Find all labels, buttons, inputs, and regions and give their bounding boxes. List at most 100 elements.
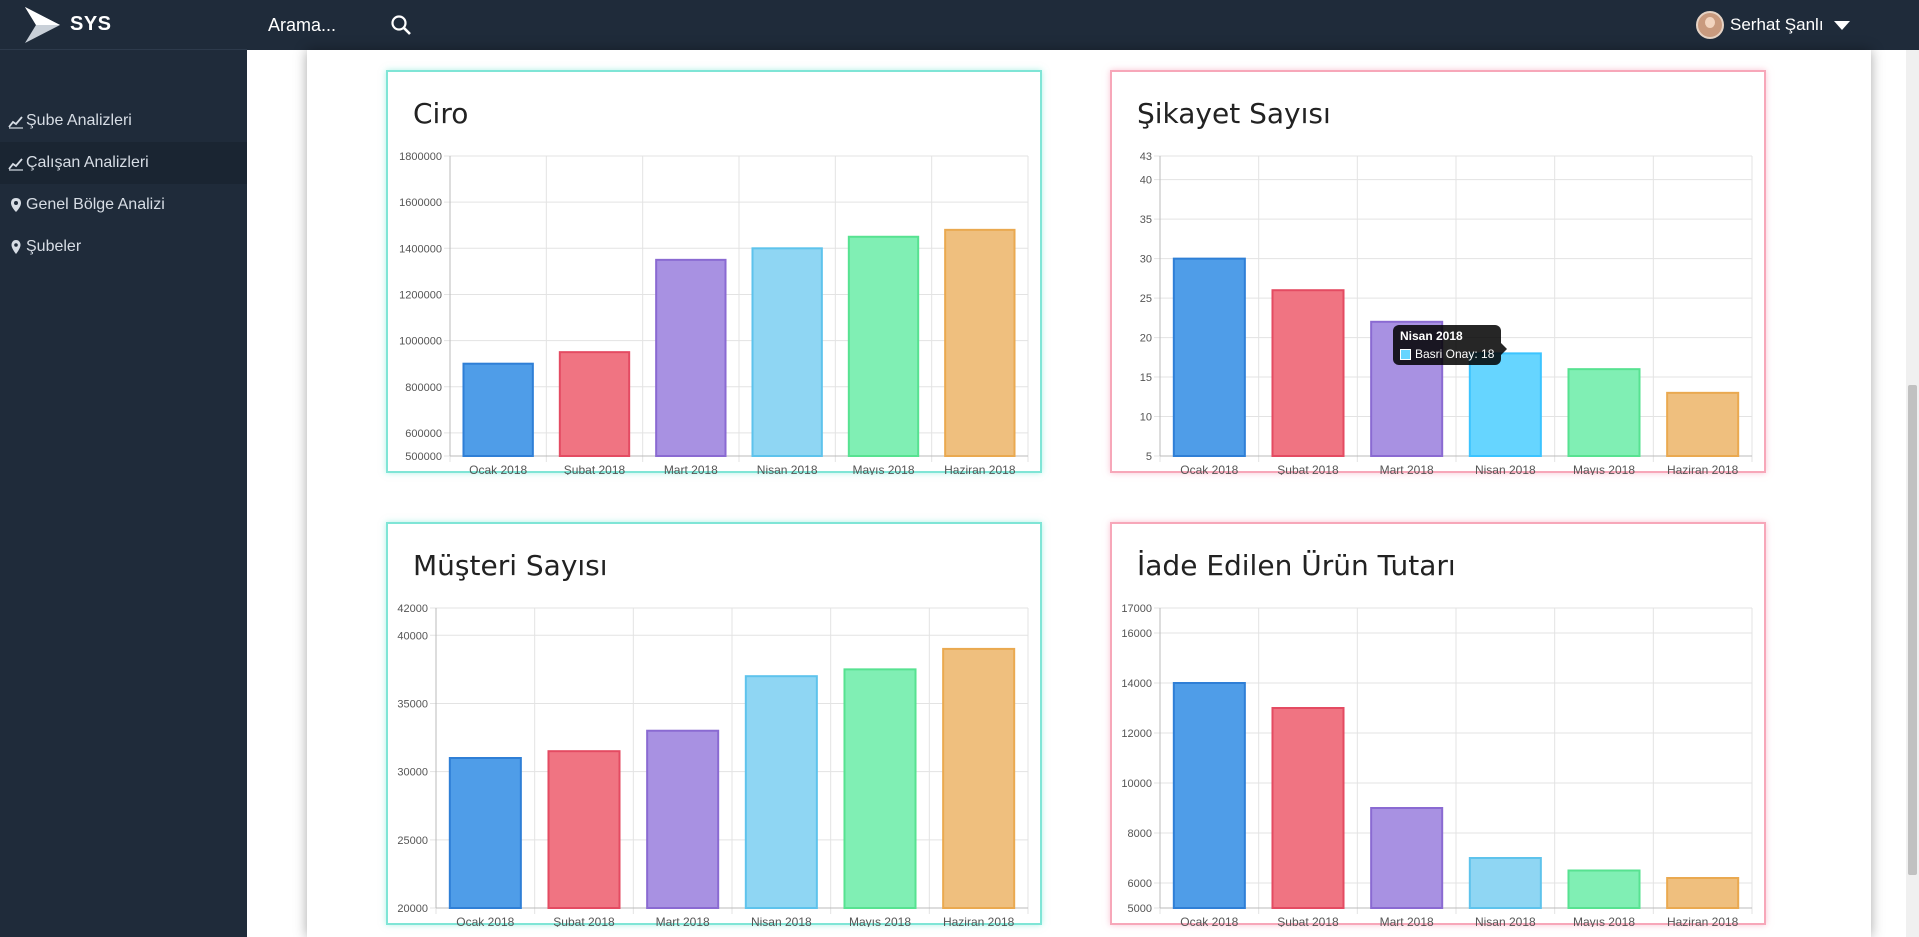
chart-card-sikayet: Şikayet Sayısı 5 10 15 20 25 30 35 40 43 Ocak 201…	[1110, 70, 1766, 475]
sidebar-item-genel-bolge-analizi[interactable]: Genel Bölge Analizi	[0, 184, 247, 226]
bar	[942, 647, 1016, 909]
x-tick-label: Mart 2018	[664, 463, 718, 475]
sidebar-item-subeler[interactable]: Şubeler	[0, 226, 247, 268]
chart-sikayet: 5 10 15 20 25 30 35 40 43 Ocak 2018 Şubat 2018 Mart…	[1140, 151, 1753, 475]
y-tick-label: 17000	[1121, 603, 1152, 615]
x-tick-label: Haziran 2018	[943, 915, 1015, 927]
bar	[843, 668, 917, 909]
bar	[1271, 289, 1345, 457]
x-tick-label: Ocak 2018	[1180, 463, 1238, 475]
chart-card-musteri: Müşteri Sayısı 20000 25000 30000 35000 40000…	[386, 522, 1042, 927]
y-tick-label: 500000	[405, 451, 442, 463]
y-tick-label: 40000	[397, 630, 428, 642]
tooltip-body: Basri Onay: 18	[1415, 347, 1495, 361]
bar	[847, 235, 920, 457]
chart-tooltip: Nisan 2018 Basri Onay: 18	[1393, 325, 1508, 365]
x-tick-label: Nisan 2018	[757, 463, 818, 475]
chart-card-iade: İade Edilen Ürün Tutarı 5000 6000 8000 1000…	[1110, 522, 1766, 927]
x-tick-label: Mart 2018	[1380, 915, 1434, 927]
bar	[944, 228, 1016, 457]
topbar: Serhat Şanlı	[247, 0, 1919, 50]
search-input[interactable]	[268, 10, 388, 40]
x-tick-label: Ocak 2018	[469, 463, 527, 475]
x-tick-label: Nisan 2018	[751, 915, 812, 927]
bar	[1666, 391, 1740, 457]
sidebar-item-calisan-analizleri[interactable]: Çalışan Analizleri	[0, 142, 247, 184]
x-tick-label: Haziran 2018	[1667, 463, 1739, 475]
y-tick-label: 5000	[1128, 903, 1152, 915]
y-tick-label: 25	[1140, 293, 1152, 305]
chart-card-ciro: Ciro 500000 600000 800000 1000000 1200000 140…	[386, 70, 1042, 475]
user-menu[interactable]: Serhat Şanlı	[1696, 11, 1850, 39]
scrollbar-thumb[interactable]	[1908, 385, 1917, 875]
bar	[558, 351, 631, 457]
x-tick-label: Mayıs 2018	[852, 463, 914, 475]
x-tick-label: Mart 2018	[1380, 463, 1434, 475]
x-tick-label: Mayıs 2018	[849, 915, 911, 927]
y-tick-label: 25000	[397, 835, 428, 847]
y-tick-label: 800000	[405, 382, 442, 394]
y-tick-label: 35000	[397, 698, 428, 710]
bar	[1567, 869, 1641, 909]
x-tick-label: Şubat 2018	[564, 463, 626, 475]
sidebar-nav: Şube Analizleri Çalışan Analizleri Genel…	[0, 100, 247, 268]
x-tick-label: Şubat 2018	[1277, 463, 1339, 475]
avatar	[1696, 11, 1724, 39]
bar	[1172, 257, 1246, 457]
bar	[646, 729, 720, 909]
y-tick-label: 30	[1140, 254, 1152, 266]
bar	[655, 258, 727, 457]
y-tick-label: 10	[1140, 412, 1152, 424]
x-tick-label: Ocak 2018	[1180, 915, 1238, 927]
y-tick-label: 42000	[397, 603, 428, 615]
tooltip-swatch	[1400, 348, 1411, 360]
bar	[751, 247, 823, 457]
bar	[1468, 352, 1542, 457]
scrollbar[interactable]	[1906, 50, 1919, 937]
y-tick-label: 1000000	[399, 336, 442, 348]
search-icon[interactable]	[389, 13, 413, 37]
y-tick-label: 5	[1146, 451, 1152, 463]
y-tick-label: 1800000	[399, 151, 442, 163]
x-tick-label: Mayıs 2018	[1573, 915, 1635, 927]
sidebar-item-label: Şubeler	[26, 238, 82, 255]
y-tick-label: 600000	[405, 428, 442, 440]
x-tick-label: Mart 2018	[656, 915, 710, 927]
y-tick-label: 35	[1140, 214, 1152, 226]
y-tick-label: 40	[1140, 175, 1152, 187]
y-tick-label: 10000	[1121, 778, 1152, 790]
y-tick-label: 8000	[1128, 828, 1152, 840]
y-tick-label: 1600000	[399, 197, 442, 209]
x-tick-label: Haziran 2018	[944, 463, 1016, 475]
map-pin-icon	[11, 240, 21, 254]
tooltip-title: Nisan 2018	[1400, 329, 1463, 343]
chart-musteri: 20000 25000 30000 35000 40000 42000 Ocak 2018 Ş…	[397, 603, 1029, 927]
sidebar: SYS Şube Analizleri Çalışan Analizleri G…	[0, 0, 247, 937]
logo-icon	[25, 6, 60, 43]
bar	[744, 675, 818, 909]
x-tick-label: Nisan 2018	[1475, 463, 1536, 475]
x-tick-label: Şubat 2018	[1277, 915, 1339, 927]
y-tick-label: 1400000	[399, 243, 442, 255]
user-name: Serhat Şanlı	[1730, 15, 1824, 34]
chart-ciro: 500000 600000 800000 1000000 1200000 1400000 1…	[399, 151, 1029, 475]
bar	[1172, 682, 1246, 909]
y-tick-label: 6000	[1128, 878, 1152, 890]
y-tick-label: 16000	[1121, 628, 1152, 640]
y-tick-label: 15	[1140, 372, 1152, 384]
y-tick-label: 20000	[397, 903, 428, 915]
chart-iade: 5000 6000 8000 10000 12000 14000 16000 17000 Oca…	[1121, 603, 1753, 927]
bar	[462, 362, 534, 458]
brand[interactable]: SYS	[0, 0, 247, 50]
x-tick-label: Haziran 2018	[1667, 915, 1739, 927]
y-tick-label: 20	[1140, 333, 1152, 345]
sidebar-item-label: Çalışan Analizleri	[26, 154, 149, 171]
sidebar-item-sube-analizleri[interactable]: Şube Analizleri	[0, 100, 247, 142]
chevron-down-icon	[1833, 20, 1850, 30]
bar	[1666, 877, 1740, 909]
dashboard-panel: Ciro 500000 600000 800000 1000000 1200000 140…	[307, 50, 1871, 937]
x-tick-label: Şubat 2018	[553, 915, 615, 927]
bar	[1271, 707, 1345, 909]
chart-line-icon	[8, 116, 23, 129]
sidebar-item-label: Genel Bölge Analizi	[26, 196, 165, 213]
